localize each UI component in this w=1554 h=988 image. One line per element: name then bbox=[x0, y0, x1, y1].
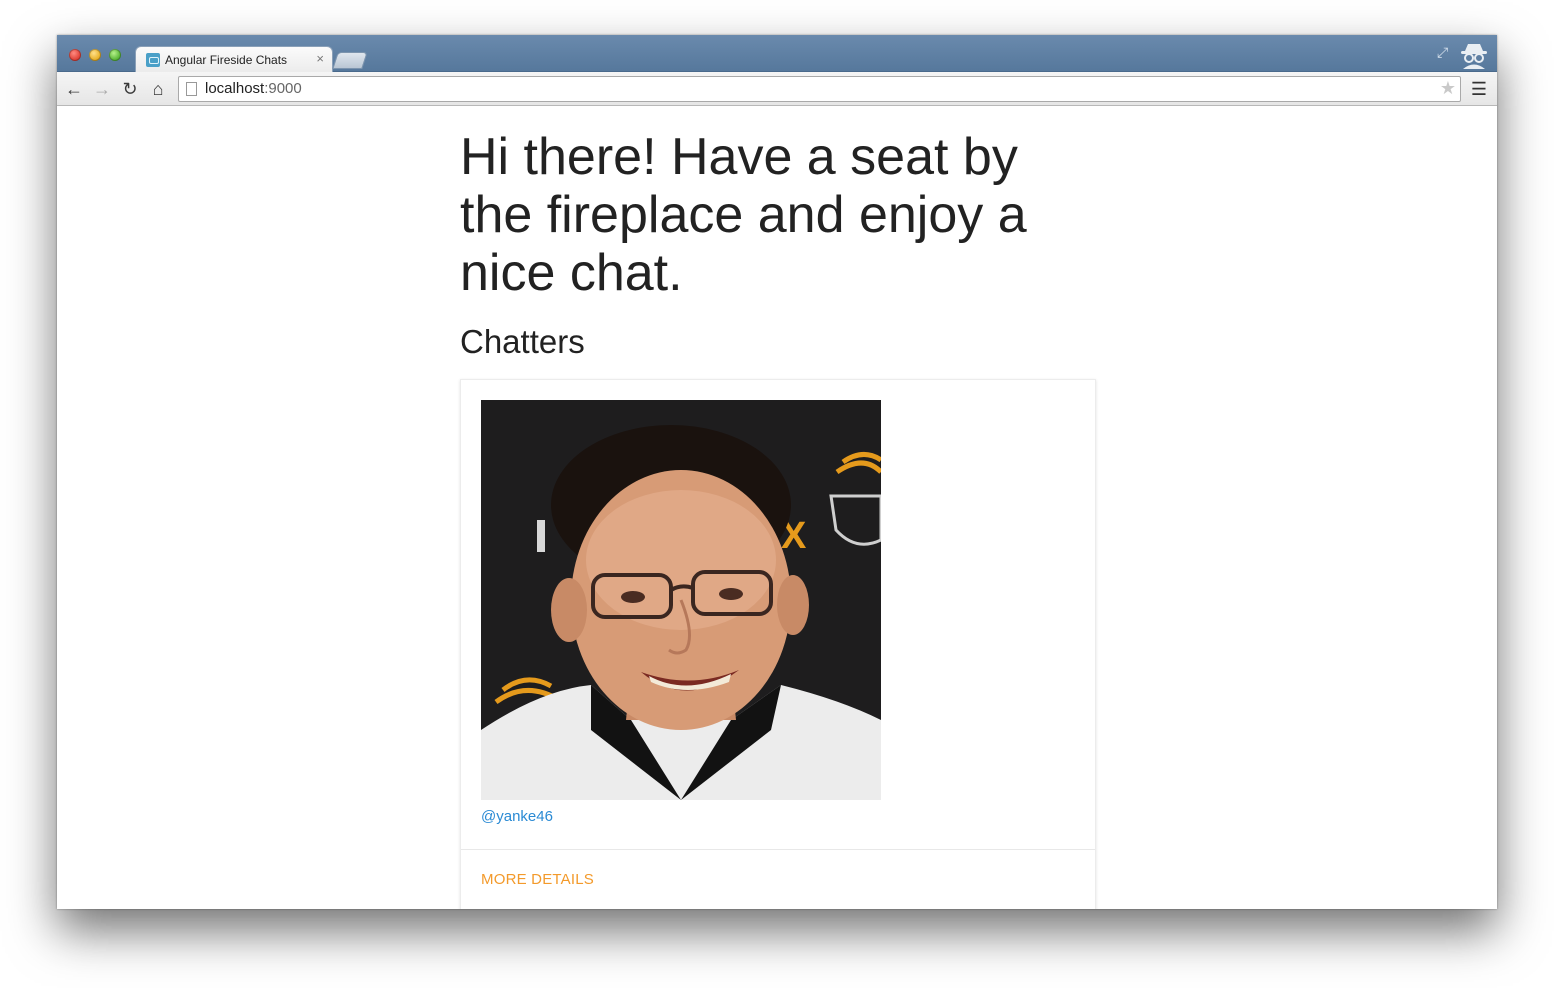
url-port: :9000 bbox=[264, 80, 302, 97]
new-tab-button[interactable] bbox=[332, 52, 368, 69]
page-headline: Hi there! Have a seat by the fireplace a… bbox=[460, 128, 1027, 302]
tab-title: Angular Fireside Chats bbox=[165, 53, 288, 67]
chatter-card: X @yanke46 MORE DETAILS bbox=[460, 379, 1096, 909]
minimize-window-button[interactable] bbox=[89, 49, 101, 61]
tab-close-icon[interactable]: × bbox=[316, 51, 324, 66]
favicon-icon bbox=[146, 53, 160, 67]
browser-window: Angular Fireside Chats × ⤢ ← → ↻ ⌂ local… bbox=[57, 35, 1497, 909]
incognito-icon bbox=[1461, 44, 1487, 69]
chatter-avatar: X bbox=[481, 400, 881, 800]
bookmark-star-icon[interactable]: ★ bbox=[1440, 78, 1456, 98]
fullscreen-icon[interactable]: ⤢ bbox=[1437, 45, 1451, 59]
close-window-button[interactable] bbox=[69, 49, 81, 61]
back-button[interactable]: ← bbox=[64, 79, 84, 99]
page-viewport: Hi there! Have a seat by the fireplace a… bbox=[57, 106, 1497, 909]
browser-toolbar: ← → ↻ ⌂ localhost:9000 ★ ☰ bbox=[57, 72, 1497, 106]
home-button[interactable]: ⌂ bbox=[148, 79, 168, 99]
more-details-button[interactable]: MORE DETAILS bbox=[481, 871, 594, 888]
url-text[interactable]: localhost:9000 bbox=[205, 80, 302, 97]
hamburger-menu-icon[interactable]: ☰ bbox=[1471, 79, 1487, 99]
card-divider bbox=[461, 849, 1095, 850]
page-icon bbox=[186, 82, 197, 96]
address-bar[interactable]: localhost:9000 ★ bbox=[178, 76, 1461, 102]
title-bar: Angular Fireside Chats × ⤢ bbox=[57, 35, 1497, 73]
chatter-handle-link[interactable]: @yanke46 bbox=[481, 808, 553, 825]
chatters-heading: Chatters bbox=[460, 323, 585, 360]
browser-tab-active[interactable]: Angular Fireside Chats × bbox=[135, 46, 333, 73]
forward-button[interactable]: → bbox=[92, 79, 112, 99]
url-host: localhost bbox=[205, 80, 265, 97]
reload-button[interactable]: ↻ bbox=[120, 79, 140, 99]
zoom-window-button[interactable] bbox=[109, 49, 121, 61]
